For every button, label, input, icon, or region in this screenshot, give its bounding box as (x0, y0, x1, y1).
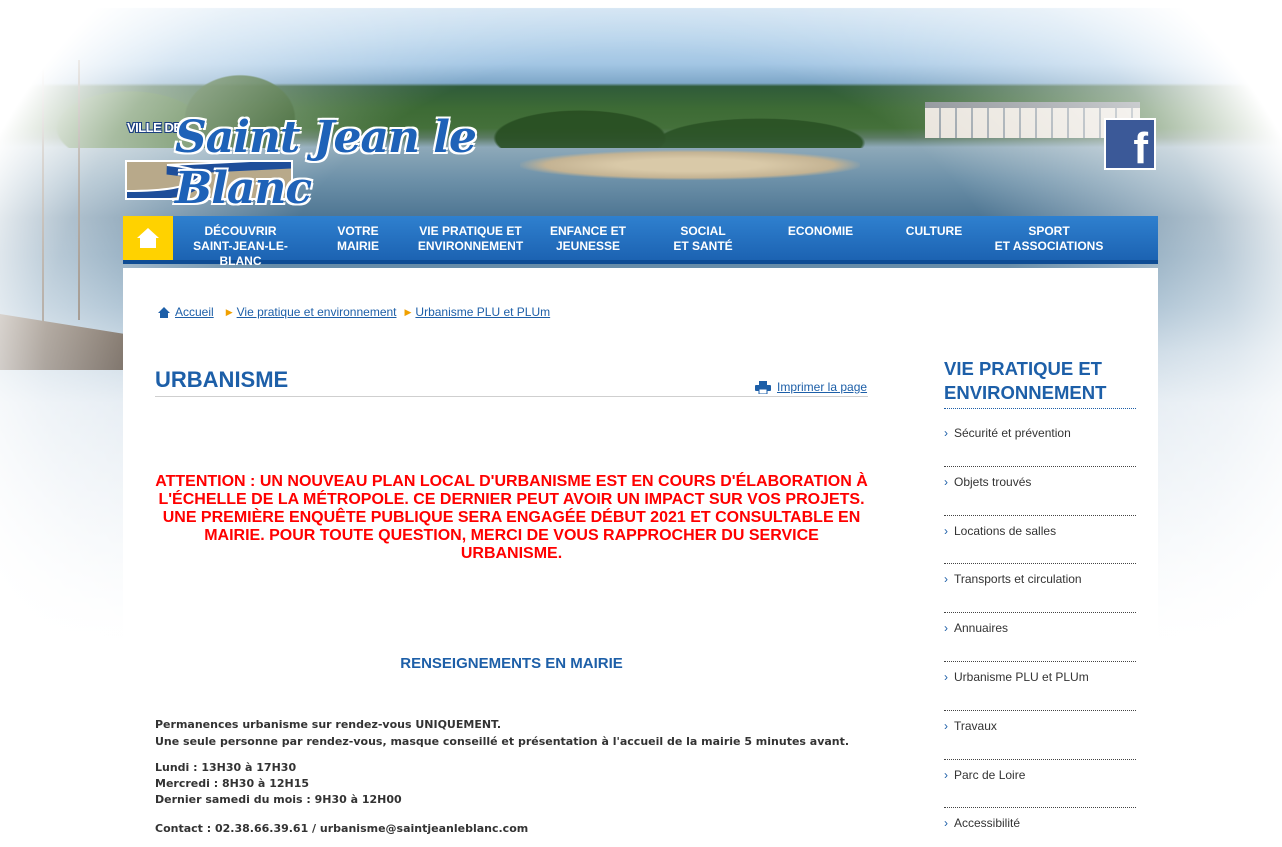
facebook-icon[interactable]: f (1104, 118, 1156, 173)
nav-item-sport[interactable]: Sport et associations (990, 216, 1108, 260)
print-label: Imprimer la page (777, 380, 868, 394)
logo-title: Saint Jean le Blanc (175, 112, 477, 214)
breadcrumb-accueil[interactable]: Accueil (175, 305, 214, 319)
nav-item-label: et santé (673, 239, 733, 253)
nav-item-label: Découvrir (204, 224, 277, 238)
home-icon (158, 306, 170, 318)
sidebar-item-label: Travaux (954, 718, 997, 733)
nav-item-label: Economie (787, 224, 854, 238)
nav-item-decouvrir[interactable]: Découvrir Saint-Jean-le-Blanc (173, 216, 308, 268)
sidebar-item-label: Annuaires (954, 621, 1009, 636)
sidebar-item-transports[interactable]: › Transports et circulation (944, 564, 1136, 614)
facebook-letter: f (1133, 124, 1148, 173)
nav-item-label: Vie pratique et (419, 224, 522, 238)
sidebar-item-parc-loire[interactable]: › Parc de Loire (944, 760, 1136, 809)
home-icon (137, 228, 159, 248)
nav-item-label: Saint-Jean-le-Blanc (193, 239, 288, 268)
sidebar-item-accessibilite[interactable]: › Accessibilité (944, 808, 1136, 847)
hours-line: Lundi : 13H30 à 17H30 (155, 761, 297, 774)
chevron-right-icon: ▶ (404, 306, 412, 317)
nav-item-label: et associations (994, 239, 1104, 253)
sidebar-item-label: Urbanisme PLU et PLUm (954, 669, 1089, 684)
title-divider (155, 396, 868, 397)
chevron-right-icon: › (944, 816, 948, 831)
print-page-link[interactable]: Imprimer la page (755, 380, 867, 394)
sidebar-item-urbanisme[interactable]: › Urbanisme PLU et PLUm (944, 662, 1136, 711)
sidebar-item-objets-trouves[interactable]: › Objets trouvés (944, 467, 1136, 516)
nav-item-social[interactable]: Social et santé (643, 216, 763, 260)
permanence-line: Permanences urbanisme sur rendez-vous UN… (155, 718, 502, 731)
sidebar-title-divider (944, 408, 1136, 409)
contact-line: Contact : 02.38.66.39.61 / urbanisme@sai… (155, 822, 529, 835)
section-title: RENSEIGNEMENTS EN MAIRIE (400, 655, 623, 672)
main-nav: Découvrir Saint-Jean-le-Blanc Votre Mair… (123, 216, 1158, 268)
nav-item-economie[interactable]: Economie (763, 216, 878, 260)
sidebar-item-annuaires[interactable]: › Annuaires (944, 613, 1136, 662)
sidebar-item-label: Locations de salles (954, 523, 1057, 538)
chevron-right-icon: › (944, 767, 948, 782)
nav-item-label: Sport (1028, 224, 1070, 238)
nav-item-enfance[interactable]: Enfance et jeunesse (533, 216, 643, 260)
sidebar-item-label: Parc de Loire (954, 767, 1026, 782)
hours-line: Mercredi : 8H30 à 12H15 (155, 777, 310, 790)
nav-item-label: Mairie (337, 239, 379, 253)
nav-item-vie-pratique[interactable]: Vie pratique et environnement (408, 216, 533, 260)
chevron-right-icon: › (944, 621, 948, 636)
chevron-right-icon: › (944, 426, 948, 440)
sidebar-item-label: Sécurité et prévention (954, 426, 1071, 440)
nav-item-mairie[interactable]: Votre Mairie (308, 216, 408, 260)
chevron-right-icon: › (944, 669, 948, 684)
sidebar-item-label: Accessibilité (954, 816, 1021, 831)
permanence-text: Permanences urbanisme sur rendez-vous UN… (155, 716, 868, 750)
logo-prefix: VILLE DE (127, 120, 182, 135)
chevron-right-icon: ▶ (225, 306, 233, 317)
chevron-right-icon: › (944, 474, 948, 489)
sidebar-item-locations-salles[interactable]: › Locations de salles (944, 516, 1136, 565)
hours-line: Dernier samedi du mois : 9H30 à 12H00 (155, 793, 402, 806)
nav-item-label: Culture (905, 224, 963, 238)
sidebar-title: VIE PRATIQUE ET ENVIRONNEMENT (944, 358, 1107, 403)
sidebar-item-securite[interactable]: › Sécurité et prévention (944, 418, 1136, 467)
nav-item-label: jeunesse (555, 239, 621, 253)
chevron-right-icon: › (944, 718, 948, 733)
breadcrumb: Accueil ▶ Vie pratique et environnement … (158, 305, 550, 319)
permanence-line: Une seule personne par rendez-vous, masq… (155, 735, 850, 748)
breadcrumb-urbanisme[interactable]: Urbanisme PLU et PLUm (415, 305, 550, 319)
chevron-right-icon: › (944, 572, 948, 587)
site-logo[interactable]: VILLE DE Saint Jean le Blanc (125, 112, 545, 214)
sidebar-item-travaux[interactable]: › Travaux (944, 711, 1136, 760)
sidebar-menu: › Sécurité et prévention › Objets trouvés … (944, 418, 1136, 847)
page-title: URBANISME (155, 367, 289, 392)
nav-item-label: Enfance et (549, 224, 626, 238)
printer-icon (755, 380, 771, 394)
sidebar-item-label: Objets trouvés (954, 474, 1032, 489)
nav-item-culture[interactable]: Culture (878, 216, 990, 260)
hours-list: Lundi : 13H30 à 17H30 Mercredi : 8H30 à … (155, 760, 868, 808)
nav-item-label: Votre (337, 224, 379, 238)
sidebar-item-label: Transports et circulation (954, 572, 1082, 587)
breadcrumb-vie-pratique[interactable]: Vie pratique et environnement (237, 305, 397, 319)
nav-home-button[interactable] (123, 216, 173, 260)
nav-item-label: Social (680, 224, 726, 238)
nav-item-label: environnement (417, 239, 524, 253)
chevron-right-icon: › (944, 523, 948, 538)
urbanism-alert: ATTENTION : UN NOUVEAU PLAN LOCAL D'URBA… (155, 473, 868, 562)
